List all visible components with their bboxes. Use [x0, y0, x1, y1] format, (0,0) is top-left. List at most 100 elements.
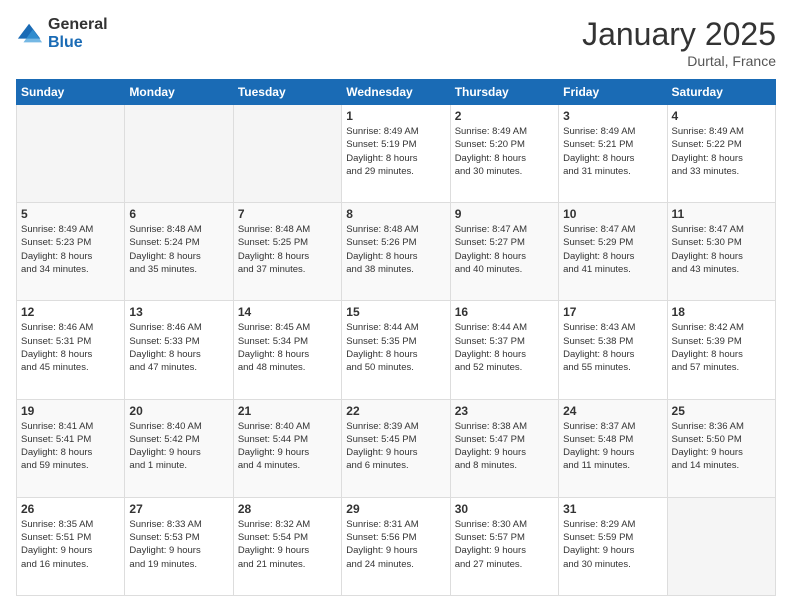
day-number: 10	[563, 207, 662, 221]
day-info: Sunrise: 8:31 AM Sunset: 5:56 PM Dayligh…	[346, 518, 445, 571]
day-number: 21	[238, 404, 337, 418]
table-row: 12 Sunrise: 8:46 AM Sunset: 5:31 PM Dayli…	[17, 301, 125, 399]
table-row	[17, 105, 125, 203]
table-row: 26 Sunrise: 8:35 AM Sunset: 5:51 PM Dayli…	[17, 497, 125, 595]
logo-blue-text: Blue	[48, 34, 108, 52]
day-number: 25	[672, 404, 771, 418]
header: General Blue January 2025 Durtal, France	[16, 16, 776, 69]
table-row: 3 Sunrise: 8:49 AM Sunset: 5:21 PM Daylig…	[559, 105, 667, 203]
table-row: 23 Sunrise: 8:38 AM Sunset: 5:47 PM Dayli…	[450, 399, 558, 497]
table-row: 20Sunrise: 8:40 AM Sunset: 5:42 PM Dayli…	[125, 399, 233, 497]
calendar-header-row: Sunday Monday Tuesday Wednesday Thursday…	[17, 80, 776, 105]
location: Durtal, France	[582, 53, 776, 69]
day-info: Sunrise: 8:41 AM Sunset: 5:41 PM Dayligh…	[21, 420, 120, 473]
day-number: 1	[346, 109, 445, 123]
table-row: 10 Sunrise: 8:47 AM Sunset: 5:29 PM Dayli…	[559, 203, 667, 301]
day-number: 11	[672, 207, 771, 221]
table-row: 21 Sunrise: 8:40 AM Sunset: 5:44 PM Dayli…	[233, 399, 341, 497]
day-number: 23	[455, 404, 554, 418]
table-row: 25Sunrise: 8:36 AM Sunset: 5:50 PM Dayli…	[667, 399, 775, 497]
day-number: 20	[129, 404, 228, 418]
day-info: Sunrise: 8:49 AM Sunset: 5:22 PM Dayligh…	[672, 125, 771, 178]
day-info: Sunrise: 8:33 AM Sunset: 5:53 PM Dayligh…	[129, 518, 228, 571]
table-row: 29Sunrise: 8:31 AM Sunset: 5:56 PM Dayli…	[342, 497, 450, 595]
table-row: 28 Sunrise: 8:32 AM Sunset: 5:54 PM Dayli…	[233, 497, 341, 595]
day-number: 3	[563, 109, 662, 123]
day-info: Sunrise: 8:48 AM Sunset: 5:24 PM Dayligh…	[129, 223, 228, 276]
logo-general-text: General	[48, 16, 108, 34]
calendar: Sunday Monday Tuesday Wednesday Thursday…	[16, 79, 776, 596]
month-title: January 2025	[582, 16, 776, 53]
day-info: Sunrise: 8:38 AM Sunset: 5:47 PM Dayligh…	[455, 420, 554, 473]
table-row: 18Sunrise: 8:42 AM Sunset: 5:39 PM Dayli…	[667, 301, 775, 399]
table-row: 7Sunrise: 8:48 AM Sunset: 5:25 PM Daylig…	[233, 203, 341, 301]
table-row: 30 Sunrise: 8:30 AM Sunset: 5:57 PM Dayli…	[450, 497, 558, 595]
table-row: 15Sunrise: 8:44 AM Sunset: 5:35 PM Dayli…	[342, 301, 450, 399]
logo: General Blue	[16, 16, 108, 51]
table-row: 27 Sunrise: 8:33 AM Sunset: 5:53 PM Dayli…	[125, 497, 233, 595]
day-number: 28	[238, 502, 337, 516]
table-row: 11Sunrise: 8:47 AM Sunset: 5:30 PM Dayli…	[667, 203, 775, 301]
table-row: 31 Sunrise: 8:29 AM Sunset: 5:59 PM Dayli…	[559, 497, 667, 595]
day-number: 14	[238, 305, 337, 319]
calendar-week-row: 12 Sunrise: 8:46 AM Sunset: 5:31 PM Dayli…	[17, 301, 776, 399]
table-row: 19 Sunrise: 8:41 AM Sunset: 5:41 PM Dayli…	[17, 399, 125, 497]
day-info: Sunrise: 8:40 AM Sunset: 5:44 PM Dayligh…	[238, 420, 337, 473]
table-row: 13 Sunrise: 8:46 AM Sunset: 5:33 PM Dayli…	[125, 301, 233, 399]
day-number: 13	[129, 305, 228, 319]
day-info: Sunrise: 8:46 AM Sunset: 5:31 PM Dayligh…	[21, 321, 120, 374]
table-row: 22 Sunrise: 8:39 AM Sunset: 5:45 PM Dayli…	[342, 399, 450, 497]
day-info: Sunrise: 8:37 AM Sunset: 5:48 PM Dayligh…	[563, 420, 662, 473]
day-info: Sunrise: 8:49 AM Sunset: 5:23 PM Dayligh…	[21, 223, 120, 276]
calendar-week-row: 19 Sunrise: 8:41 AM Sunset: 5:41 PM Dayli…	[17, 399, 776, 497]
day-number: 12	[21, 305, 120, 319]
day-info: Sunrise: 8:49 AM Sunset: 5:20 PM Dayligh…	[455, 125, 554, 178]
table-row: 16Sunrise: 8:44 AM Sunset: 5:37 PM Dayli…	[450, 301, 558, 399]
table-row: 5 Sunrise: 8:49 AM Sunset: 5:23 PM Daylig…	[17, 203, 125, 301]
table-row	[667, 497, 775, 595]
day-number: 15	[346, 305, 445, 319]
col-wednesday: Wednesday	[342, 80, 450, 105]
col-friday: Friday	[559, 80, 667, 105]
day-number: 24	[563, 404, 662, 418]
day-info: Sunrise: 8:29 AM Sunset: 5:59 PM Dayligh…	[563, 518, 662, 571]
day-info: Sunrise: 8:48 AM Sunset: 5:25 PM Dayligh…	[238, 223, 337, 276]
calendar-week-row: 5 Sunrise: 8:49 AM Sunset: 5:23 PM Daylig…	[17, 203, 776, 301]
day-info: Sunrise: 8:43 AM Sunset: 5:38 PM Dayligh…	[563, 321, 662, 374]
calendar-week-row: 26 Sunrise: 8:35 AM Sunset: 5:51 PM Dayli…	[17, 497, 776, 595]
table-row: 6 Sunrise: 8:48 AM Sunset: 5:24 PM Daylig…	[125, 203, 233, 301]
day-number: 5	[21, 207, 120, 221]
title-section: January 2025 Durtal, France	[582, 16, 776, 69]
day-number: 8	[346, 207, 445, 221]
day-number: 30	[455, 502, 554, 516]
logo-text: General Blue	[48, 16, 108, 51]
table-row: 24 Sunrise: 8:37 AM Sunset: 5:48 PM Dayli…	[559, 399, 667, 497]
table-row: 17 Sunrise: 8:43 AM Sunset: 5:38 PM Dayli…	[559, 301, 667, 399]
day-info: Sunrise: 8:39 AM Sunset: 5:45 PM Dayligh…	[346, 420, 445, 473]
logo-icon	[16, 20, 44, 48]
day-info: Sunrise: 8:49 AM Sunset: 5:21 PM Dayligh…	[563, 125, 662, 178]
table-row: 14Sunrise: 8:45 AM Sunset: 5:34 PM Dayli…	[233, 301, 341, 399]
table-row	[233, 105, 341, 203]
table-row: 4 Sunrise: 8:49 AM Sunset: 5:22 PM Daylig…	[667, 105, 775, 203]
day-number: 27	[129, 502, 228, 516]
day-info: Sunrise: 8:44 AM Sunset: 5:37 PM Dayligh…	[455, 321, 554, 374]
table-row: 2Sunrise: 8:49 AM Sunset: 5:20 PM Daylig…	[450, 105, 558, 203]
table-row: 8Sunrise: 8:48 AM Sunset: 5:26 PM Daylig…	[342, 203, 450, 301]
day-info: Sunrise: 8:35 AM Sunset: 5:51 PM Dayligh…	[21, 518, 120, 571]
day-number: 9	[455, 207, 554, 221]
day-number: 17	[563, 305, 662, 319]
day-info: Sunrise: 8:42 AM Sunset: 5:39 PM Dayligh…	[672, 321, 771, 374]
day-number: 19	[21, 404, 120, 418]
day-number: 6	[129, 207, 228, 221]
day-info: Sunrise: 8:30 AM Sunset: 5:57 PM Dayligh…	[455, 518, 554, 571]
day-number: 22	[346, 404, 445, 418]
day-info: Sunrise: 8:47 AM Sunset: 5:27 PM Dayligh…	[455, 223, 554, 276]
day-number: 4	[672, 109, 771, 123]
day-info: Sunrise: 8:46 AM Sunset: 5:33 PM Dayligh…	[129, 321, 228, 374]
day-number: 31	[563, 502, 662, 516]
table-row: 1Sunrise: 8:49 AM Sunset: 5:19 PM Daylig…	[342, 105, 450, 203]
day-info: Sunrise: 8:47 AM Sunset: 5:29 PM Dayligh…	[563, 223, 662, 276]
day-info: Sunrise: 8:32 AM Sunset: 5:54 PM Dayligh…	[238, 518, 337, 571]
day-number: 26	[21, 502, 120, 516]
